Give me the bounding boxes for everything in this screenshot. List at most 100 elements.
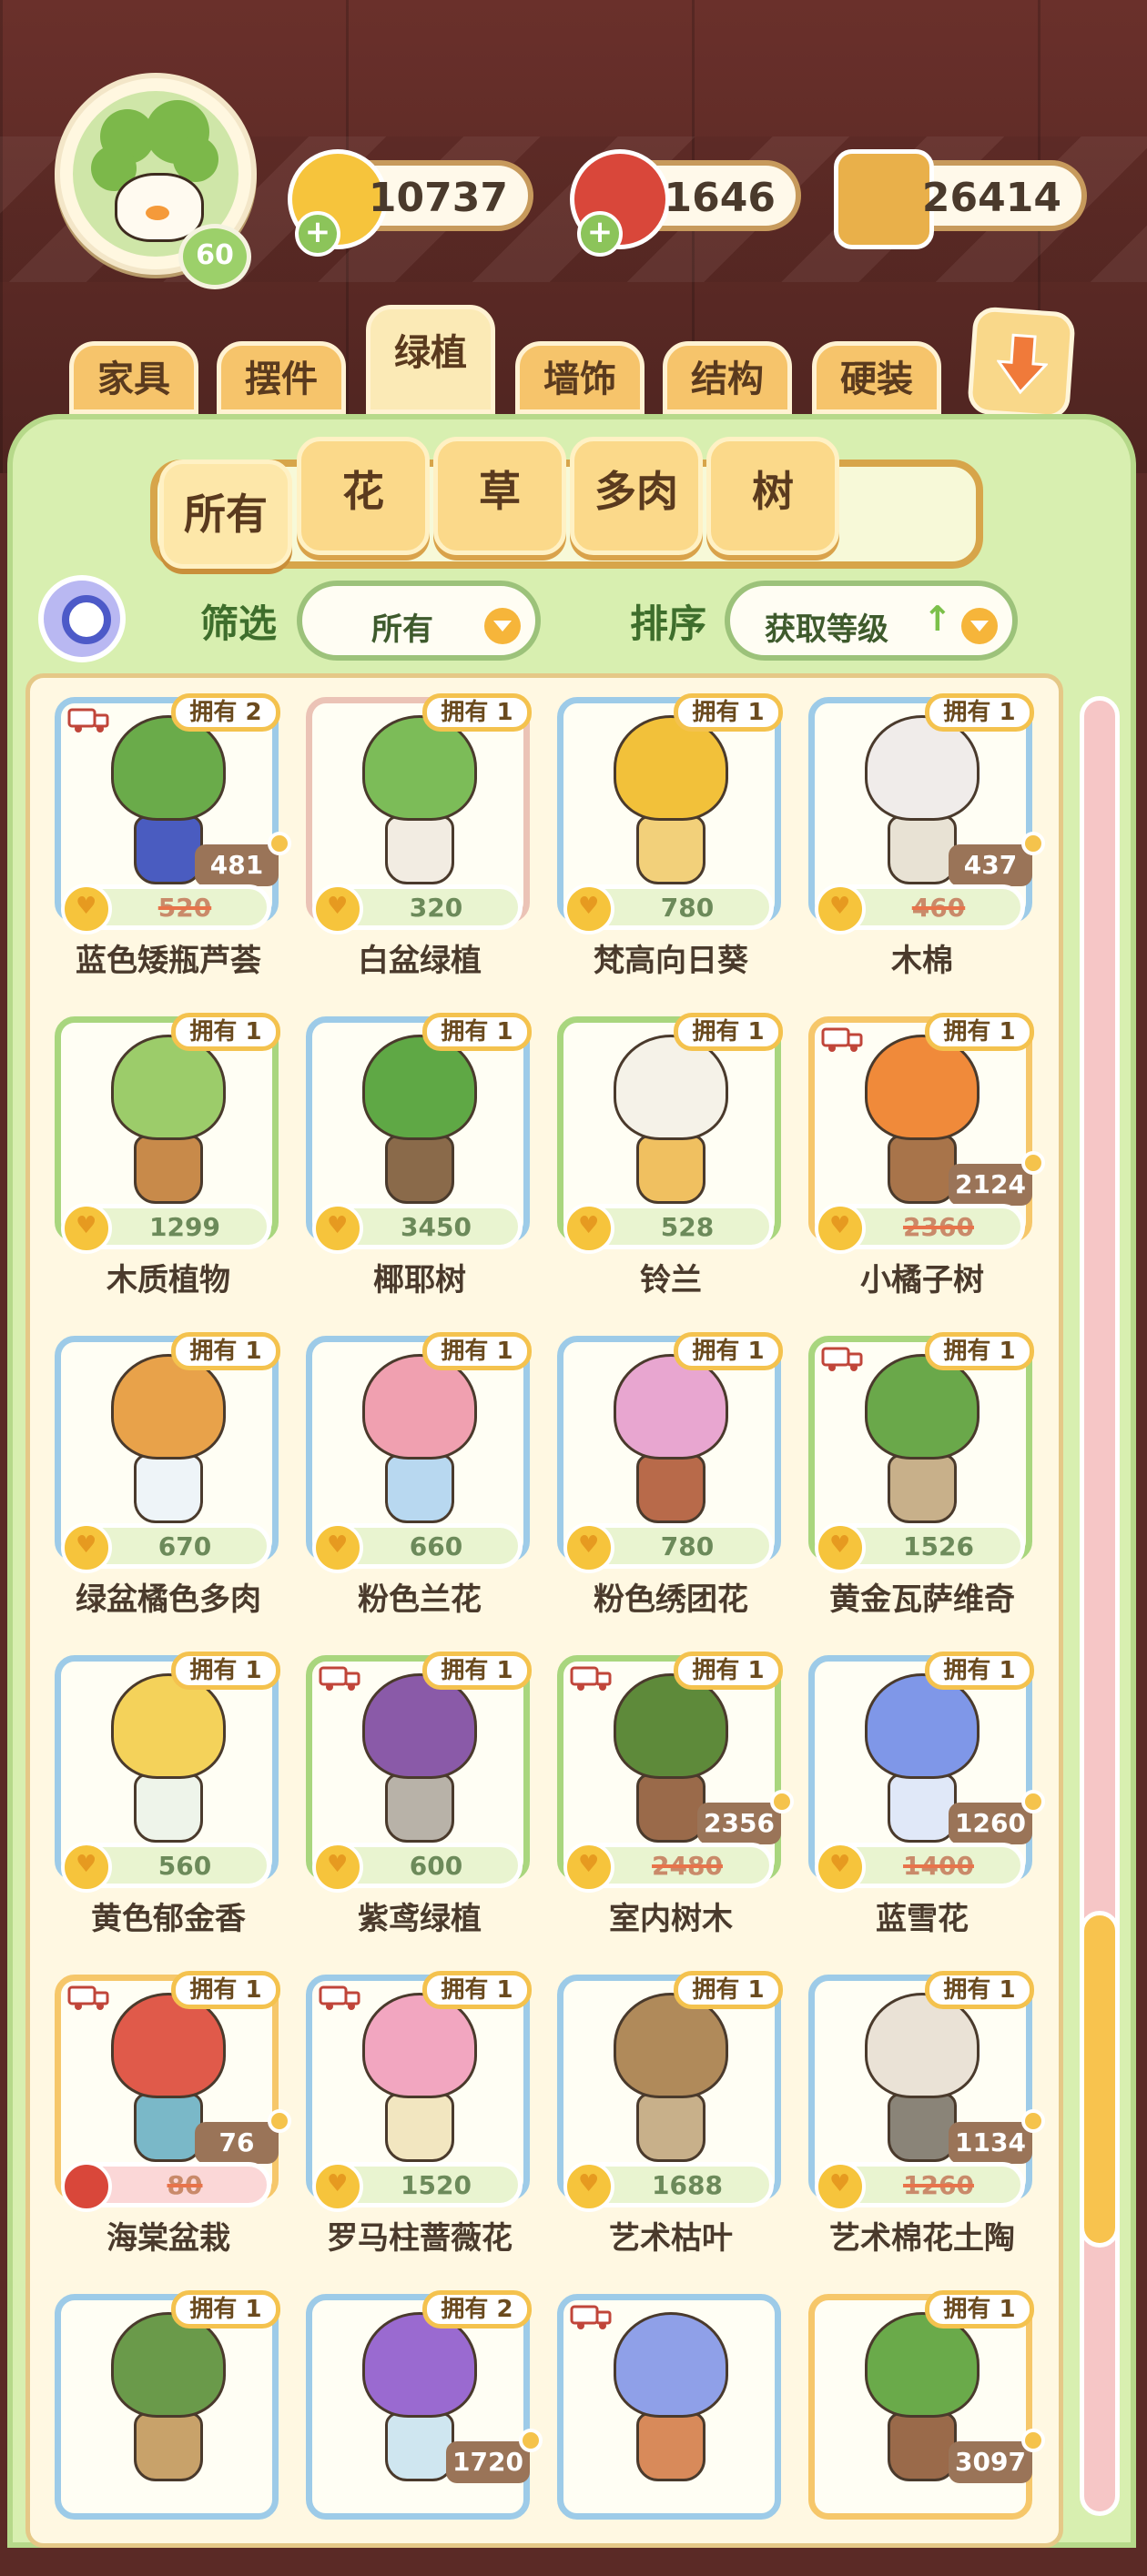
owned-count-badge: 拥有 2 [171,693,280,732]
sort-dropdown[interactable]: 获取等级 ↑ [725,581,1018,661]
add-berries-button[interactable]: + [577,211,623,257]
tickets-counter[interactable]: 26414 [834,149,1087,249]
plant-pot-image [636,1773,705,1843]
subtab-succulent[interactable]: 多肉 [570,437,703,555]
item-card[interactable]: 拥有 1 560 黄色郁金香 [55,1652,282,1937]
item-name: 黄金瓦萨维奇 [829,1581,1015,1618]
item-card[interactable]: 拥有 1 76 80 海棠盆栽 [55,1971,291,2257]
tab-ornaments[interactable]: 摆件 [217,341,346,414]
item-card[interactable]: 拥有 1 [55,2290,282,2576]
item-card[interactable]: 拥有 2 481 520 蓝色矮瓶芦荟 [55,693,291,979]
item-card[interactable]: 拥有 1 2124 2360 小橘子树 [808,1013,1045,1298]
item-card[interactable] [557,2294,785,2576]
coin-icon [563,1842,614,1893]
owned-count-badge: 拥有 1 [674,1652,783,1690]
item-name: 椰耶树 [373,1262,466,1298]
price-tag: 1400 [815,1842,1025,1893]
collapse-tab-button[interactable] [967,306,1076,420]
tab-hard-decor[interactable]: 硬装 [812,341,941,414]
filter-dropdown[interactable]: 所有 [297,581,541,661]
item-card[interactable]: 拥有 1 3450 椰耶树 [306,1013,533,1298]
item-card[interactable]: 拥有 1 780 梵高向日葵 [557,693,785,979]
item-name: 海棠盆栽 [107,2220,230,2257]
coins-counter[interactable]: + 10737 [288,149,533,257]
tab-structure[interactable]: 结构 [663,341,792,414]
item-card[interactable]: 拥有 1 3097 [808,2290,1045,2576]
add-coins-button[interactable]: + [295,211,340,257]
price-tag: 460 [815,884,1025,934]
item-price: 520 [157,893,212,923]
item-card[interactable]: 拥有 1 1134 1260 艺术棉花土陶 [808,1971,1045,2257]
owned-count-badge: 拥有 1 [925,2290,1034,2329]
item-card[interactable]: 拥有 1 670 绿盆橘色多肉 [55,1332,282,1618]
price-tag: 80 [61,2161,271,2212]
sale-price-tag: 1260 [949,1790,1045,1844]
item-name: 粉色绣团花 [594,1581,748,1618]
berry-icon [61,2161,112,2212]
item-card[interactable]: 拥有 1 528 铃兰 [557,1013,785,1298]
coin-icon [563,1203,614,1254]
owned-count-badge: 拥有 1 [925,1332,1034,1370]
owned-count-badge: 拥有 1 [925,1652,1034,1690]
delivery-truck-icon [319,1985,360,2010]
sale-price-tag: 2124 [949,1151,1045,1206]
item-name: 室内树木 [609,1901,733,1937]
item-card[interactable]: 拥有 1 1526 黄金瓦萨维奇 [808,1332,1036,1618]
item-card[interactable]: 拥有 1 320 白盆绿植 [306,693,533,979]
item-card[interactable]: 拥有 1 1260 1400 蓝雪花 [808,1652,1045,1937]
price-tag: 560 [61,1842,271,1893]
tab-plants[interactable]: 绿植 [366,305,495,414]
item-card[interactable]: 拥有 1 1520 罗马柱蔷薇花 [306,1971,533,2257]
item-name: 罗马柱蔷薇花 [327,2220,513,2257]
item-name: 蓝色矮瓶芦荟 [76,943,261,979]
price-tag: 670 [61,1522,271,1573]
owned-count-badge: 拥有 1 [171,2290,280,2329]
subtab-tree[interactable]: 树 [706,437,839,555]
berries-counter[interactable]: + 1646 [570,149,801,257]
sale-price-tag: 2356 [697,1790,794,1844]
subtab-flower[interactable]: 花 [297,437,430,555]
coin-icon [61,884,112,934]
delivery-truck-icon [821,1347,863,1371]
owned-count-badge: 拥有 1 [422,693,532,732]
plant-pot-image [134,1135,203,1204]
item-name: 铃兰 [640,1262,702,1298]
plant-pot-image [385,1454,454,1523]
owned-count-badge: 拥有 1 [422,1013,532,1051]
item-card[interactable]: 拥有 1 1688 艺术枯叶 [557,1971,785,2257]
delivery-truck-icon [570,1666,612,1691]
subtab-grass[interactable]: 草 [433,437,566,555]
plant-pot-image [134,1454,203,1523]
coin-icon [312,1522,363,1573]
item-name: 艺术棉花土陶 [829,2220,1015,2257]
subtab-all[interactable]: 所有 [159,460,292,569]
item-price: 1400 [903,1851,974,1881]
delivery-truck-icon [821,1027,863,1052]
item-card[interactable]: 拥有 1 437 460 木棉 [808,693,1045,979]
delivery-truck-icon [319,1666,360,1691]
owned-count-badge: 拥有 1 [171,1013,280,1051]
scrollbar-thumb[interactable] [1080,1911,1120,2248]
tab-furniture[interactable]: 家具 [69,341,198,414]
item-card[interactable]: 拥有 2 1720 [306,2290,543,2576]
item-name: 黄色郁金香 [91,1901,246,1937]
sort-ascending-icon: ↑ [923,599,952,639]
plant-pot-image [636,2412,705,2481]
tab-wall-decor[interactable]: 墙饰 [515,341,645,414]
item-price: 670 [157,1531,212,1561]
item-card[interactable]: 拥有 1 2356 2480 室内树木 [557,1652,794,1937]
owned-count-badge: 拥有 1 [171,1652,280,1690]
sort-value: 获取等级 [765,611,888,648]
item-card[interactable]: 拥有 1 1299 木质植物 [55,1013,282,1298]
item-card[interactable]: 拥有 1 600 紫鸢绿植 [306,1652,533,1937]
search-button[interactable] [38,575,126,662]
coin-icon [815,1203,866,1254]
coin-icon [563,884,614,934]
coin-icon [815,2161,866,2212]
sale-price-tag: 3097 [949,2429,1045,2483]
owned-count-badge: 拥有 1 [422,1971,532,2009]
item-card[interactable]: 拥有 1 660 粉色兰花 [306,1332,533,1618]
plant-pot-image [636,2093,705,2162]
player-level-badge: 60 [178,224,251,289]
item-card[interactable]: 拥有 1 780 粉色绣团花 [557,1332,785,1618]
